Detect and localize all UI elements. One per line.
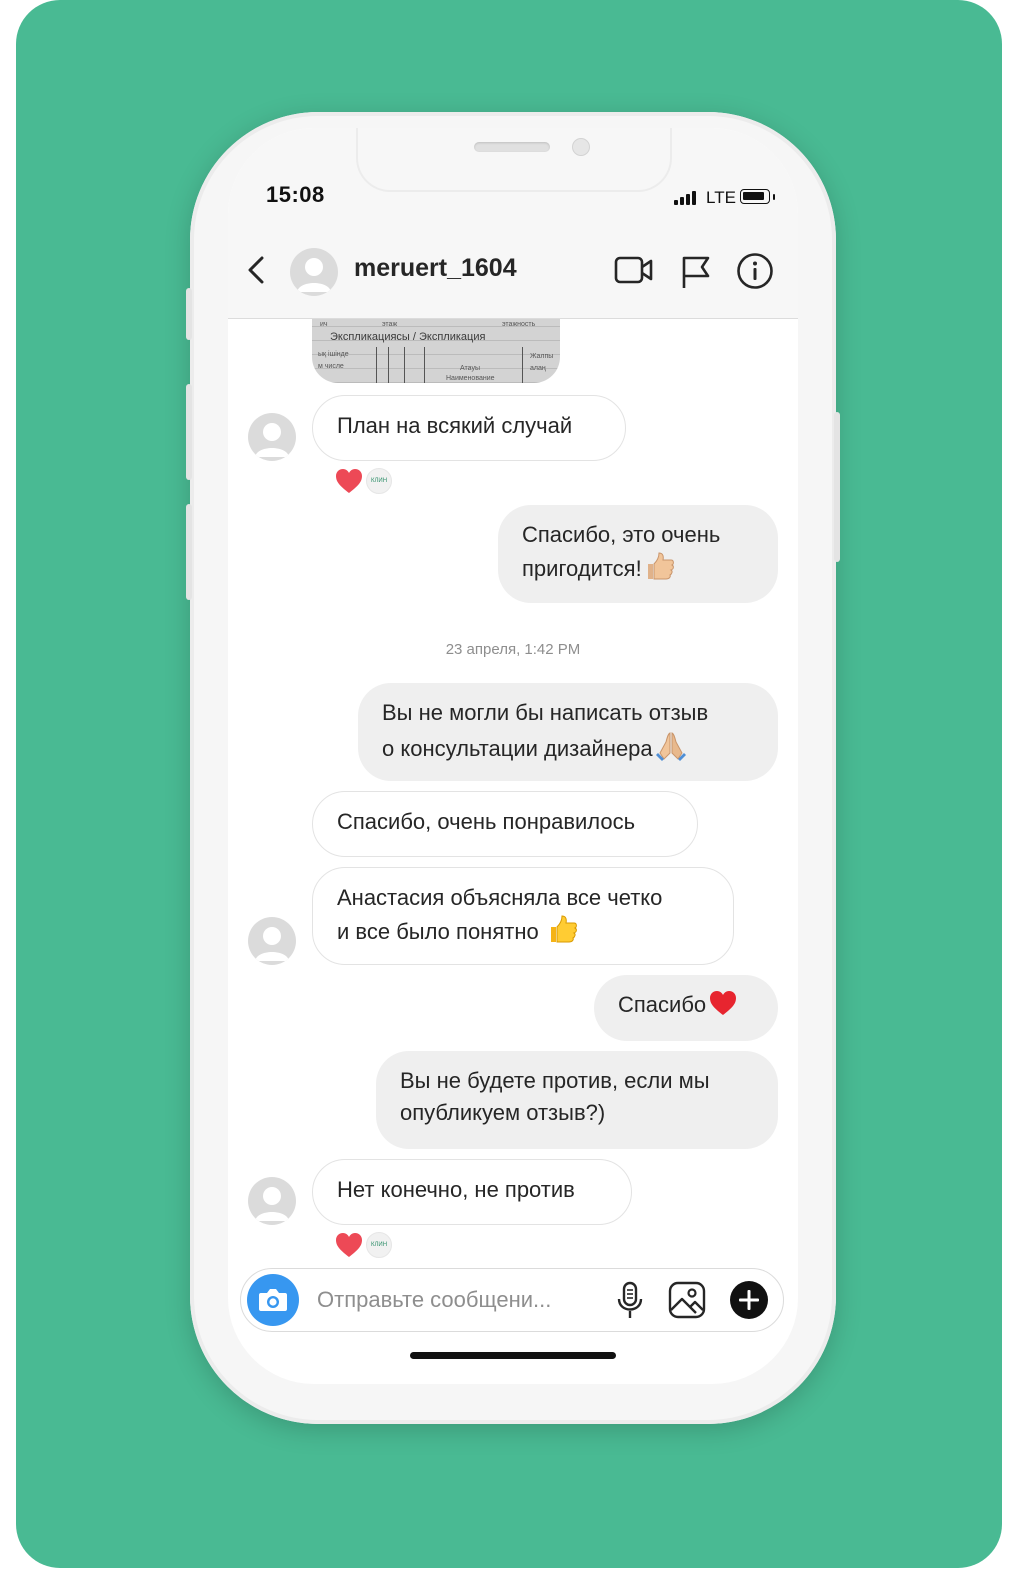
flag-icon[interactable] — [680, 254, 712, 290]
default-avatar-icon — [255, 927, 289, 961]
status-bar: 15:08 LTE — [228, 128, 798, 224]
microphone-icon[interactable] — [615, 1280, 645, 1320]
default-avatar-icon — [255, 1187, 289, 1221]
message-bubble-outgoing[interactable]: Спасибо, это очень пригодится! — [498, 505, 778, 603]
red-heart-icon — [710, 991, 737, 1015]
default-avatar-icon — [297, 258, 331, 292]
shared-photo[interactable]: ич этаж этажность Экспликациясы / Экспли… — [312, 319, 560, 383]
photo-caption: Экспликациясы / Экспликация — [330, 331, 486, 343]
chat-header: meruert_1604 — [228, 224, 798, 319]
camera-icon — [259, 1289, 287, 1311]
volume-up-button — [186, 384, 192, 480]
message-composer — [240, 1268, 784, 1332]
mute-switch — [186, 288, 192, 340]
folded-hands-icon — [655, 732, 686, 761]
earpiece-speaker — [474, 142, 550, 152]
info-icon[interactable] — [736, 252, 774, 290]
camera-button[interactable] — [247, 1274, 299, 1326]
phone-screen: 15:08 LTE meruert_1604 ич этаж этажность… — [228, 128, 798, 1384]
avatar[interactable] — [248, 413, 296, 461]
notch — [356, 128, 672, 192]
front-camera — [572, 138, 590, 156]
heart-reaction-icon — [336, 469, 362, 493]
message-input[interactable] — [317, 1283, 597, 1317]
message-bubble-incoming[interactable]: План на всякий случай — [312, 395, 626, 461]
add-icon[interactable] — [729, 1280, 769, 1320]
message-bubble-incoming[interactable]: Спасибо, очень понравилось — [312, 791, 698, 857]
message-bubble-outgoing[interactable]: Спасибо — [594, 975, 778, 1041]
status-time: 15:08 — [266, 182, 325, 207]
message-bubble-outgoing[interactable]: Вы не будете против, если мы опубликуем … — [376, 1051, 778, 1149]
network-label: LTE — [706, 188, 736, 207]
heart-reaction-icon — [336, 1233, 362, 1257]
message-bubble-incoming[interactable]: Анастасия объясняла все четко и все было… — [312, 867, 734, 965]
signal-icon — [674, 189, 702, 205]
message-bubble-incoming[interactable]: Нет конечно, не против — [312, 1159, 632, 1225]
video-call-icon[interactable] — [614, 254, 654, 288]
home-indicator[interactable] — [410, 1352, 616, 1359]
phone-frame: 15:08 LTE meruert_1604 ич этаж этажность… — [186, 112, 840, 1424]
battery-tip — [773, 194, 775, 200]
back-icon[interactable] — [242, 252, 272, 288]
message-list[interactable]: ич этаж этажность Экспликациясы / Экспли… — [228, 319, 798, 1269]
avatar[interactable] — [248, 1177, 296, 1225]
chat-username[interactable]: meruert_1604 — [354, 254, 517, 283]
thumbs-up-icon — [647, 552, 674, 580]
message-bubble-outgoing[interactable]: Вы не могли бы написать отзыв о консульт… — [358, 683, 778, 781]
gallery-icon[interactable] — [667, 1280, 707, 1320]
battery-icon — [740, 189, 770, 204]
avatar[interactable] — [248, 917, 296, 965]
thumbs-up-icon — [550, 915, 577, 943]
date-separator: 23 апреля, 1:42 PM — [445, 641, 581, 658]
power-button — [834, 412, 840, 562]
reaction-avatar: КЛИН — [366, 1232, 392, 1258]
volume-down-button — [186, 504, 192, 600]
reaction-avatar: КЛИН — [366, 468, 392, 494]
default-avatar-icon — [255, 423, 289, 457]
avatar[interactable] — [290, 248, 338, 296]
